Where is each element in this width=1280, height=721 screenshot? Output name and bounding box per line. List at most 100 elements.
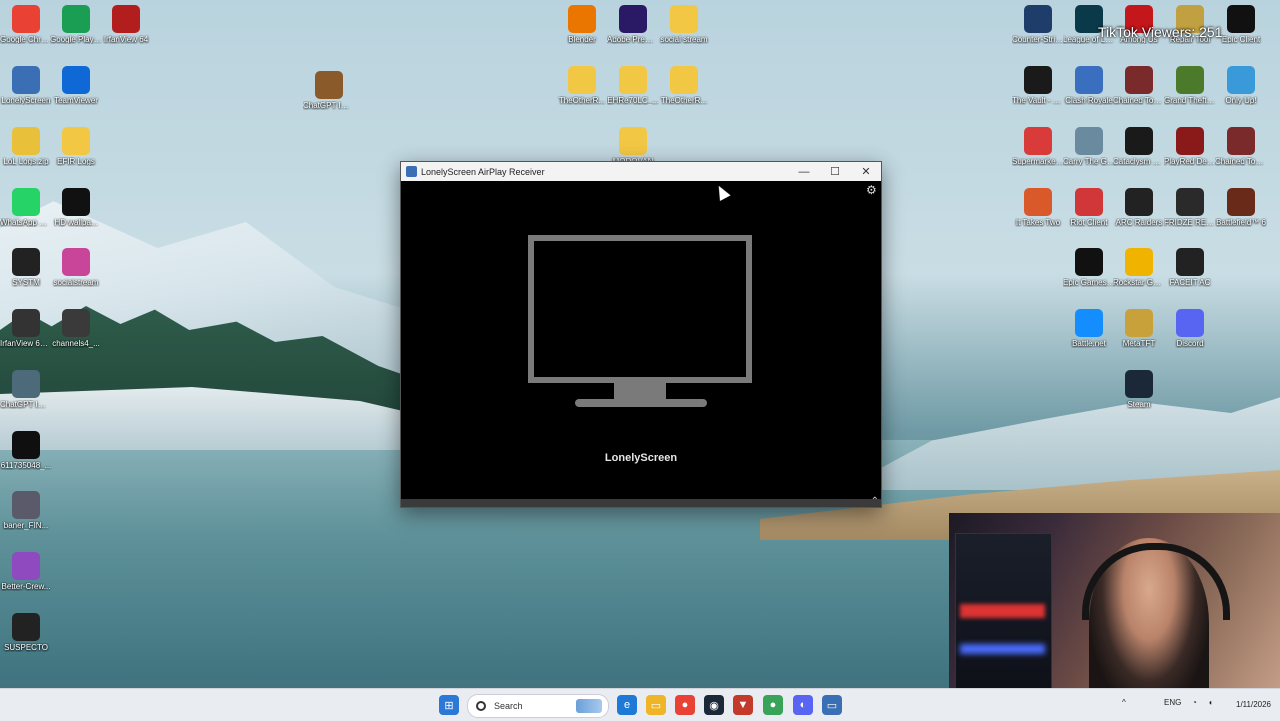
webcam-blue-glow <box>960 644 1045 654</box>
irfanview-icon <box>112 5 140 33</box>
metatft-icon <box>1125 309 1153 337</box>
language-indicator[interactable]: ENG <box>1164 698 1181 707</box>
suspecto-icon <box>12 613 40 641</box>
desktop-shortcut[interactable]: SYSTM <box>0 248 52 287</box>
zip-folder-icon <box>12 127 40 155</box>
desktop-shortcut[interactable]: ARC Raiders <box>1113 188 1165 227</box>
folder-icon <box>670 66 698 94</box>
desktop-shortcut[interactable]: Chained Together... <box>1215 127 1267 166</box>
desktop-shortcut[interactable]: Riot Client <box>1063 188 1115 227</box>
start-button-windows-icon[interactable]: ⊞ <box>439 695 459 715</box>
desktop-shortcut[interactable]: MetaTFT <box>1113 309 1165 348</box>
desktop-shortcut[interactable]: IrfanView 64 Thumbnails <box>0 309 52 348</box>
desktop-shortcut[interactable]: TheOtherR... <box>658 66 710 105</box>
desktop-shortcut[interactable]: Carry The Glass <box>1063 127 1115 166</box>
desktop-shortcut[interactable]: Cataclysm Classic <box>1113 127 1165 166</box>
desktop-shortcut[interactable]: Epic Games Launcher <box>1063 248 1115 287</box>
desktop-shortcut-label: baner_FIN... <box>3 521 49 530</box>
folder-icon <box>619 127 647 155</box>
desktop-shortcut-label: Only Up! <box>1225 96 1257 105</box>
desktop-shortcut[interactable]: Clash Royale <box>1063 66 1115 105</box>
desktop-shortcut[interactable]: Adobe Premiere P... <box>607 5 659 44</box>
edge-icon[interactable]: e <box>617 695 637 715</box>
wifi-icon[interactable]: ◔ <box>1192 698 1197 707</box>
steam-icon[interactable]: ◉ <box>704 695 724 715</box>
desktop-shortcut[interactable]: IrfanView 64 <box>100 5 152 44</box>
desktop-shortcut[interactable]: Google Chrome <box>0 5 52 44</box>
irfanview-thumbs-icon <box>12 309 40 337</box>
window-title: LonelyScreen AirPlay Receiver <box>421 166 545 177</box>
desktop-shortcut[interactable]: SUSPECTO <box>0 613 52 652</box>
desktop-shortcut[interactable]: LoL Logs.zip <box>0 127 52 166</box>
maximize-button[interactable]: ☐ <box>820 162 850 181</box>
desktop-shortcut[interactable]: TheOtherR... <box>556 66 608 105</box>
desktop-shortcut[interactable]: TeamViewer <box>50 66 102 105</box>
collapse-chevron-icon[interactable]: ⌃ <box>871 496 879 507</box>
desktop-shortcut-label: LoL Logs.zip <box>3 157 49 166</box>
taskbar-search[interactable]: Search <box>467 694 609 718</box>
desktop-shortcut[interactable]: EHRe70LC_... <box>607 66 659 105</box>
desktop-shortcut[interactable]: baner_FIN... <box>0 491 52 530</box>
close-button[interactable]: ✕ <box>851 162 881 181</box>
tray-overflow-chevron-icon[interactable]: ^ <box>1122 698 1126 707</box>
game-icon <box>1125 127 1153 155</box>
desktop-shortcut[interactable]: FACEIT AC <box>1164 248 1216 287</box>
lonelyscreen-app-icon <box>406 166 417 177</box>
desktop-shortcut-label: SYSTM <box>12 278 40 287</box>
desktop-shortcut[interactable]: Better-Crew... <box>0 552 52 591</box>
desktop-shortcut-label: Rockstar Games... <box>1113 278 1165 287</box>
game-icon <box>1075 127 1103 155</box>
desktop-shortcut[interactable]: Google Play Games <box>50 5 102 44</box>
desktop-shortcut[interactable]: ChatGPT Image Sep... <box>0 370 52 409</box>
desktop-shortcut[interactable]: Steam <box>1113 370 1165 409</box>
brave-icon[interactable]: ▼ <box>733 695 753 715</box>
desktop-shortcut-label: Clash Royale <box>1065 96 1113 105</box>
desktop-shortcut-label: MetaTFT <box>1122 339 1156 348</box>
desktop-shortcut[interactable]: channels4_... <box>50 309 102 348</box>
desktop-shortcut[interactable]: Counter-Stri... 2 <box>1012 5 1064 44</box>
desktop-shortcut[interactable]: WhatsApp Web <box>0 188 52 227</box>
desktop-shortcut[interactable]: Battle.net <box>1063 309 1115 348</box>
desktop-shortcut[interactable]: The Vault - Logic Puzz... <box>1012 66 1064 105</box>
desktop-shortcut[interactable]: Supermarket Together <box>1012 127 1064 166</box>
steam-icon <box>1125 370 1153 398</box>
desktop-shortcut-label: ChatGPT Image Jan... <box>303 101 355 110</box>
minimize-button[interactable]: — <box>789 162 819 181</box>
desktop-shortcut[interactable]: HD wallpa... <box>50 188 102 227</box>
clock[interactable]: 1/11/2026 <box>1225 695 1271 710</box>
desktop-shortcut[interactable]: EFIR Logs <box>50 127 102 166</box>
desktop-shortcut[interactable]: Battlefield™ 6 <box>1215 188 1267 227</box>
chrome-profile-icon[interactable]: ● <box>763 695 783 715</box>
desktop-shortcut[interactable]: Rockstar Games... <box>1113 248 1165 287</box>
desktop-shortcut[interactable]: Only Up! <box>1215 66 1267 105</box>
desktop-shortcut[interactable]: PlayRed Dead Rede... <box>1164 127 1216 166</box>
desktop-shortcut[interactable]: socialstream <box>50 248 102 287</box>
lonelyscreen-window: LonelyScreen AirPlay Receiver — ☐ ✕ ⚙ Lo… <box>400 161 882 508</box>
folder-icon <box>568 66 596 94</box>
window-titlebar[interactable]: LonelyScreen AirPlay Receiver — ☐ ✕ <box>401 162 881 181</box>
desktop-shortcut[interactable]: FRIDZE RESET STREMIO (1) <box>1164 188 1216 227</box>
desktop-shortcut[interactable]: 611735048_... <box>0 431 52 470</box>
file-explorer-icon[interactable]: ▭ <box>646 695 666 715</box>
game-icon <box>1125 188 1153 216</box>
monitor-icon <box>528 235 752 383</box>
settings-gear-icon[interactable]: ⚙ <box>866 184 878 196</box>
discord-icon[interactable]: ◐ <box>793 695 813 715</box>
desktop-shortcut[interactable]: Blender <box>556 5 608 44</box>
lonelyscreen-taskbar-icon[interactable]: ▭ <box>822 695 842 715</box>
desktop-shortcut[interactable]: Grand Theft Auto V <box>1164 66 1216 105</box>
desktop-shortcut[interactable]: social stream <box>658 5 710 44</box>
chrome-icon[interactable]: ● <box>675 695 695 715</box>
desktop-shortcut[interactable]: Discord <box>1164 309 1216 348</box>
search-label: Search <box>494 701 523 711</box>
desktop-shortcut-label: Blender <box>568 35 596 44</box>
desktop-shortcut-label: LonelyScreen <box>1 96 51 105</box>
client-icon <box>1227 5 1255 33</box>
desktop-shortcut-label: Google Play Games <box>50 35 102 44</box>
desktop-shortcut[interactable]: It Takes Two <box>1012 188 1064 227</box>
desktop-shortcut[interactable]: LonelyScreen <box>0 66 52 105</box>
desktop-shortcut[interactable]: ChatGPT Image Jan... <box>303 71 355 110</box>
desktop-shortcut[interactable]: Chained Together <box>1113 66 1165 105</box>
volume-icon[interactable]: ◖ <box>1208 698 1213 707</box>
systm-icon <box>12 248 40 276</box>
